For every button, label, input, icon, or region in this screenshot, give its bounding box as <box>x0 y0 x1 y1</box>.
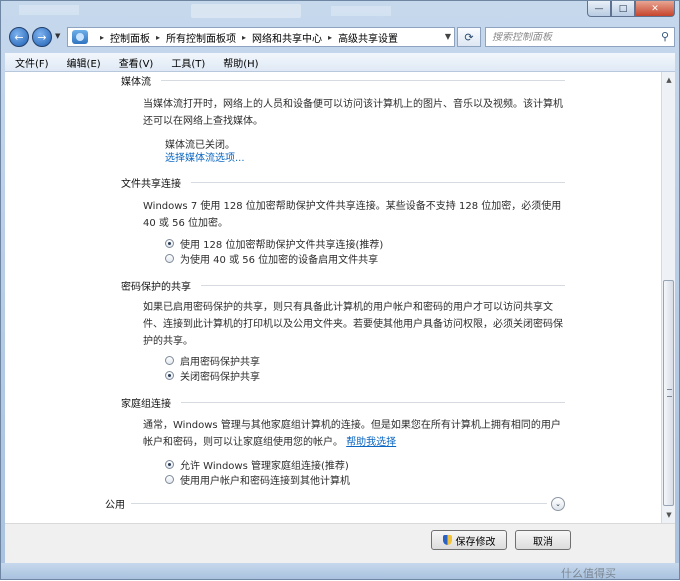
radio-128-bit-encryption[interactable]: 使用 128 位加密帮助保护文件共享连接(推荐) <box>165 236 383 251</box>
minimize-button[interactable]: — <box>587 1 611 17</box>
scroll-up-icon[interactable]: ▲ <box>663 73 675 87</box>
title-bar-blur <box>191 4 301 18</box>
cancel-button[interactable]: 取消 <box>515 530 571 550</box>
homegroup-description: 通常，Windows 管理与其他家庭组计算机的连接。但是如果您在所有计算机上拥有… <box>143 417 563 451</box>
scroll-down-icon[interactable]: ▼ <box>663 508 675 522</box>
menu-bar: 文件(F) 编辑(E) 查看(V) 工具(T) 帮助(H) <box>5 53 675 72</box>
title-bar-blur <box>331 6 391 16</box>
radio-label: 为使用 40 或 56 位加密的设备启用文件共享 <box>180 255 379 266</box>
menu-help[interactable]: 帮助(H) <box>213 55 266 70</box>
media-options-link[interactable]: 选择媒体流选项... <box>165 149 245 164</box>
section-title-public[interactable]: 公用 <box>105 496 125 511</box>
radio-button[interactable] <box>165 356 174 365</box>
caption-buttons: — □ ✕ <box>587 1 675 17</box>
scroll-thumb[interactable] <box>663 280 674 506</box>
menu-file[interactable]: 文件(F) <box>5 55 57 70</box>
chevron-right-icon: ▸ <box>156 32 161 42</box>
section-title-password-sharing: 密码保护的共享 <box>121 282 191 293</box>
radio-label: 使用 128 位加密帮助保护文件共享连接(推荐) <box>180 240 384 251</box>
section-divider <box>161 80 565 81</box>
chevron-down-icon: ▼ <box>55 32 61 40</box>
help-me-choose-link[interactable]: 帮助我选择 <box>346 437 396 448</box>
refresh-button[interactable]: ⟳ <box>457 27 481 47</box>
menu-tools[interactable]: 工具(T) <box>161 55 213 70</box>
breadcrumb-item[interactable]: 所有控制面板项 ▸ <box>166 30 252 45</box>
radio-button[interactable] <box>165 239 174 248</box>
menu-view[interactable]: 查看(V) <box>109 55 162 70</box>
chevron-right-icon: ▸ <box>242 32 247 42</box>
section-divider <box>131 503 547 504</box>
back-button[interactable]: ← <box>9 27 29 47</box>
radio-button[interactable] <box>165 254 174 263</box>
search-input[interactable] <box>492 31 652 43</box>
radio-disable-password-sharing[interactable]: 关闭密码保护共享 <box>165 368 260 383</box>
title-bar[interactable]: — □ ✕ <box>1 1 679 23</box>
maximize-button[interactable]: □ <box>611 1 635 17</box>
control-panel-window: — □ ✕ ← → ▼ ▸ 控制面板 ▸ 所有控制面板项 ▸ 网络和共享中心 ▸ 高级… <box>0 0 680 580</box>
menu-edit[interactable]: 编辑(E) <box>57 55 109 70</box>
radio-label: 允许 Windows 管理家庭组连接(推荐) <box>180 461 349 472</box>
arrow-left-icon: ← <box>14 30 24 44</box>
radio-label: 启用密码保护共享 <box>180 357 260 368</box>
minimize-icon: — <box>594 3 604 14</box>
address-bar[interactable]: ▸ 控制面板 ▸ 所有控制面板项 ▸ 网络和共享中心 ▸ 高级共享设置 ▼ <box>67 27 455 47</box>
refresh-icon: ⟳ <box>464 30 474 44</box>
cancel-label: 取消 <box>533 536 553 548</box>
radio-button[interactable] <box>165 475 174 484</box>
settings-content: 媒体流 当媒体流打开时，网络上的人员和设备便可以访问该计算机上的图片、音乐以及视… <box>5 72 661 523</box>
search-box[interactable]: ⚲ <box>485 27 675 47</box>
expand-public-button[interactable]: ⌄ <box>551 497 565 511</box>
address-dropdown-icon[interactable]: ▼ <box>445 32 451 41</box>
breadcrumb-item[interactable]: 控制面板 ▸ <box>110 30 166 45</box>
save-changes-label: 保存修改 <box>455 536 496 548</box>
section-divider <box>191 182 565 183</box>
save-changes-button[interactable]: 保存修改 <box>431 530 507 550</box>
radio-use-account-password[interactable]: 使用用户帐户和密码连接到其他计算机 <box>165 472 350 487</box>
arrow-right-icon: → <box>37 30 47 44</box>
section-title-file-sharing: 文件共享连接 <box>121 179 181 190</box>
recent-pages-dropdown[interactable]: ▼ <box>55 32 60 40</box>
window-bottom-frame: 什么值得买 <box>1 563 679 580</box>
maximize-icon: □ <box>618 3 628 14</box>
uac-shield-icon <box>442 535 452 545</box>
radio-40-56-bit-encryption[interactable]: 为使用 40 或 56 位加密的设备启用文件共享 <box>165 251 378 266</box>
password-sharing-description: 如果已启用密码保护的共享，则只有具备此计算机的用户帐户和密码的用户才可以访问共享… <box>143 302 563 347</box>
title-bar-blur <box>19 5 79 15</box>
media-description: 当媒体流打开时，网络上的人员和设备便可以访问该计算机上的图片、音乐以及视频。该计… <box>143 99 563 127</box>
chevron-down-icon: ⌄ <box>555 500 561 508</box>
close-icon: ✕ <box>651 3 659 14</box>
radio-enable-password-sharing[interactable]: 启用密码保护共享 <box>165 353 260 368</box>
breadcrumb-item[interactable]: 高级共享设置 <box>338 30 398 45</box>
watermark: 什么值得买 <box>561 567 616 580</box>
forward-button[interactable]: → <box>32 27 52 47</box>
address-row: ← → ▼ ▸ 控制面板 ▸ 所有控制面板项 ▸ 网络和共享中心 ▸ 高级共享设置 ▼… <box>5 25 675 51</box>
radio-label: 使用用户帐户和密码连接到其他计算机 <box>180 476 350 487</box>
section-divider <box>201 285 565 286</box>
radio-button[interactable] <box>165 371 174 380</box>
chevron-right-icon: ▸ <box>100 32 105 42</box>
section-title-homegroup: 家庭组连接 <box>121 399 171 410</box>
control-panel-icon <box>72 30 88 44</box>
close-button[interactable]: ✕ <box>635 1 675 17</box>
radio-windows-manage-homegroup[interactable]: 允许 Windows 管理家庭组连接(推荐) <box>165 457 349 472</box>
grip-icon <box>667 389 672 397</box>
radio-button[interactable] <box>165 460 174 469</box>
file-sharing-description: Windows 7 使用 128 位加密帮助保护文件共享连接。某些设备不支持 1… <box>143 201 562 229</box>
section-title-media: 媒体流 <box>121 77 151 88</box>
vertical-scrollbar[interactable]: ▲ ▼ <box>661 72 675 523</box>
action-bar: 保存修改 取消 <box>5 523 675 564</box>
breadcrumb-item[interactable]: 网络和共享中心 ▸ <box>252 30 338 45</box>
section-divider <box>181 402 565 403</box>
breadcrumb-separator[interactable]: ▸ <box>94 33 110 42</box>
radio-label: 关闭密码保护共享 <box>180 372 260 383</box>
chevron-right-icon: ▸ <box>328 32 333 42</box>
search-icon[interactable]: ⚲ <box>661 30 669 43</box>
